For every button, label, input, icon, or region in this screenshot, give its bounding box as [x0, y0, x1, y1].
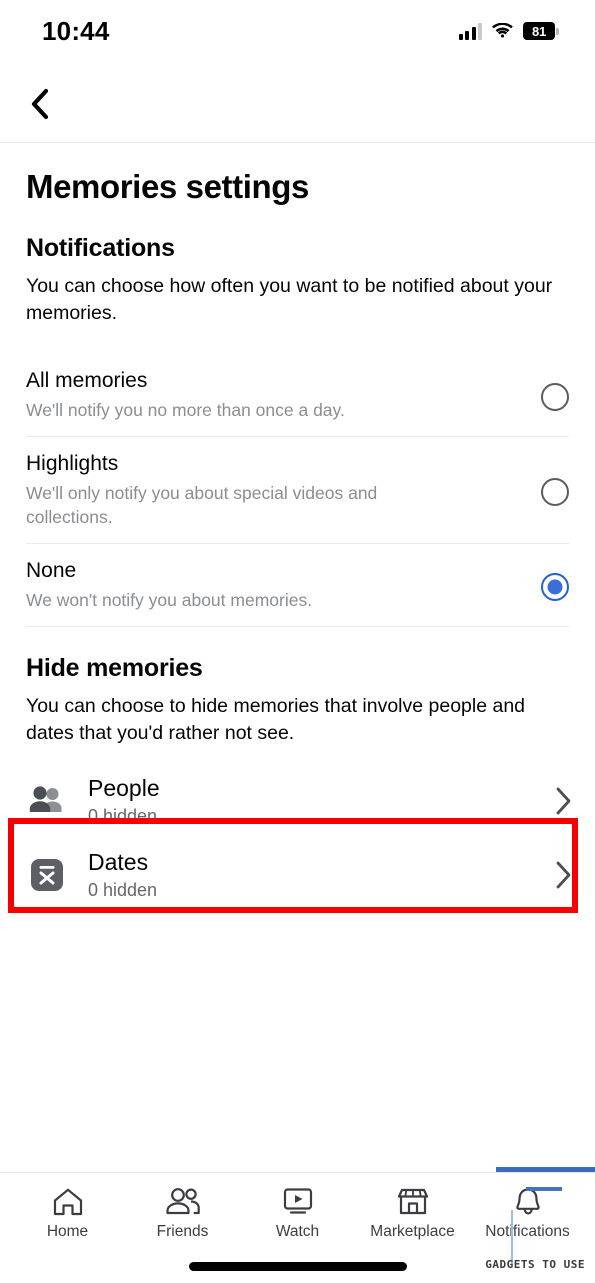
status-bar: 10:44 81	[0, 0, 595, 62]
watermark-label: GADGETS TO USE	[485, 1258, 585, 1271]
tab-watch[interactable]: Watch	[240, 1185, 355, 1240]
hide-row-text: Dates 0 hidden	[68, 848, 541, 902]
option-text: All memories We'll notify you no more th…	[26, 368, 541, 423]
settings-scroll-content[interactable]: Memories settings Notifications You can …	[0, 143, 595, 1172]
page-title: Memories settings	[26, 168, 309, 205]
hide-memories-row-people[interactable]: People 0 hidden	[0, 764, 595, 838]
wifi-icon	[491, 22, 514, 40]
hide-memories-section-heading: Hide memories	[26, 653, 203, 682]
people-icon	[26, 780, 68, 822]
back-button[interactable]	[20, 84, 60, 124]
tab-notifications[interactable]: Notifications	[470, 1185, 585, 1240]
radio-button-all-memories[interactable]	[541, 383, 569, 412]
hide-row-sublabel: 0 hidden	[88, 879, 158, 900]
tab-label: Watch	[275, 1223, 320, 1240]
hide-row-sublabel: 0 hidden	[88, 805, 158, 826]
option-label: Highlights	[26, 451, 119, 475]
status-bar-time: 10:44	[42, 15, 110, 46]
phone-screen: 10:44 81 Memories settings Notifications…	[0, 0, 595, 1283]
hide-memories-section-description: You can choose to hide memories that inv…	[26, 694, 526, 745]
artifact-line-vertical	[511, 1210, 513, 1265]
watch-video-icon	[282, 1185, 314, 1219]
notifications-section-heading: Notifications	[26, 233, 175, 262]
hide-memories-row-dates[interactable]: Dates 0 hidden	[0, 838, 595, 912]
friends-icon	[165, 1185, 201, 1219]
tab-marketplace[interactable]: Marketplace	[355, 1185, 470, 1240]
marketplace-store-icon	[396, 1185, 430, 1219]
option-label: None	[26, 558, 77, 582]
notification-option-all-memories[interactable]: All memories We'll notify you no more th…	[26, 354, 569, 437]
home-icon	[52, 1185, 84, 1219]
tab-label: Notifications	[485, 1223, 570, 1240]
option-text: Highlights We'll only notify you about s…	[26, 451, 541, 530]
tab-home[interactable]: Home	[10, 1185, 125, 1240]
nav-header	[0, 62, 595, 143]
hide-memories-rows: People 0 hidden Dates 0 hidden	[0, 764, 595, 912]
radio-button-highlights[interactable]	[541, 478, 569, 507]
tab-label: Home	[46, 1223, 89, 1240]
status-bar-indicators: 81	[458, 22, 559, 40]
chevron-right-icon	[541, 785, 573, 817]
tab-friends[interactable]: Friends	[125, 1185, 240, 1240]
artifact-line-lower	[526, 1187, 562, 1191]
cellular-signal-icon	[458, 22, 482, 40]
notification-options-group: All memories We'll notify you no more th…	[0, 354, 595, 627]
option-sublabel: We'll notify you no more than once a day…	[26, 400, 345, 421]
option-text: None We won't notify you about memories.	[26, 558, 541, 613]
option-sublabel: We won't notify you about memories.	[26, 590, 313, 611]
option-sublabel: We'll only notify you about special vide…	[26, 482, 378, 528]
hide-row-label: Dates	[88, 849, 149, 876]
notification-option-highlights[interactable]: Highlights We'll only notify you about s…	[26, 437, 569, 544]
chevron-right-icon	[541, 859, 573, 891]
tab-list: Home Friends Watch Marketplace Notificat…	[0, 1173, 595, 1240]
hide-row-label: People	[88, 775, 160, 802]
radio-button-none[interactable]	[541, 573, 569, 602]
notifications-section-description: You can choose how often you want to be …	[26, 274, 553, 325]
battery-icon: 81	[523, 22, 559, 40]
tab-label: Friends	[156, 1223, 209, 1240]
option-label: All memories	[26, 368, 148, 392]
tab-label: Marketplace	[370, 1223, 455, 1240]
calendar-x-icon	[26, 854, 68, 896]
hide-row-text: People 0 hidden	[68, 774, 541, 828]
battery-percent-label: 81	[531, 23, 547, 39]
home-indicator[interactable]	[188, 1262, 407, 1271]
notification-option-none[interactable]: None We won't notify you about memories.	[26, 544, 569, 627]
chevron-left-icon	[29, 88, 51, 120]
artifact-line-upper	[496, 1167, 595, 1172]
